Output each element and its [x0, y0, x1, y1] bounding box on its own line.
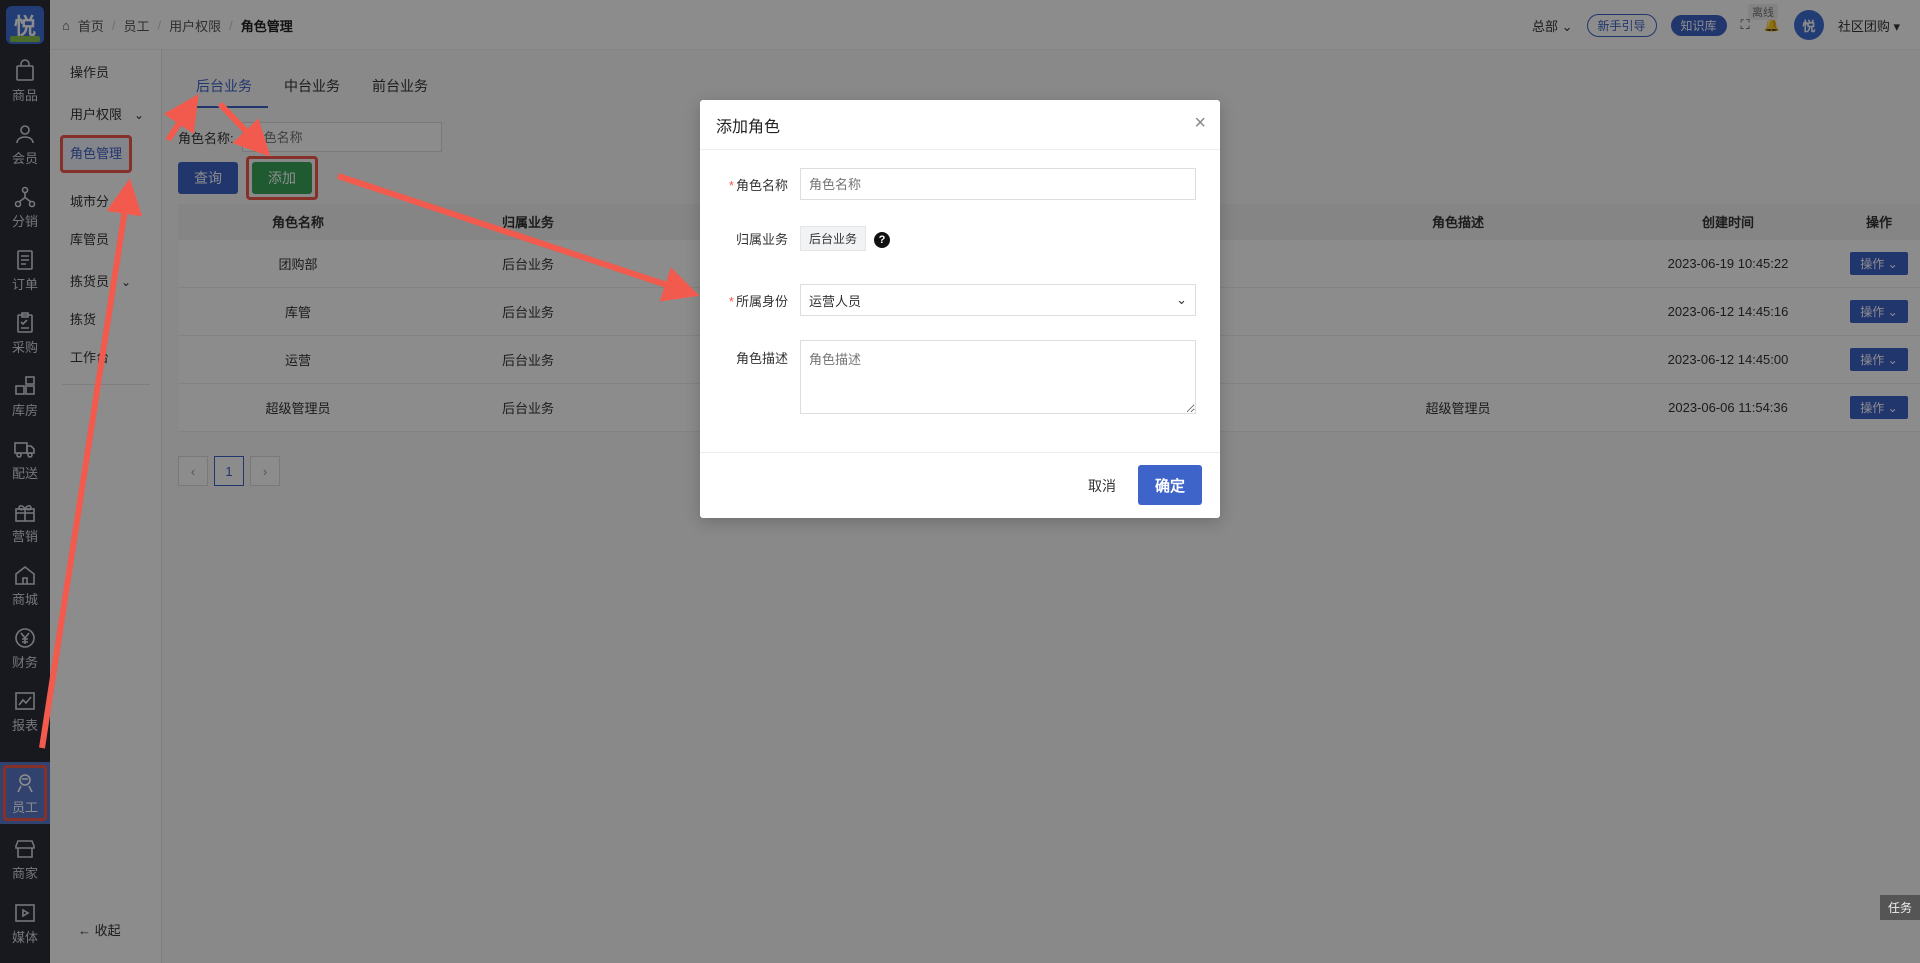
role-name-input[interactable]	[800, 168, 1196, 200]
field-business: 归属业务 后台业务?	[700, 226, 1220, 251]
add-role-dialog: 添加角色 × *角色名称 归属业务 后台业务? *所属身份 运营人员⌄ 角色描述…	[700, 100, 1220, 518]
cancel-button[interactable]: 取消	[1088, 467, 1116, 505]
close-icon[interactable]: ×	[1194, 112, 1206, 135]
role-description-textarea[interactable]	[800, 340, 1196, 414]
confirm-button[interactable]: 确定	[1138, 465, 1202, 505]
dialog-title: 添加角色	[700, 100, 1220, 150]
field-identity: * 所属身份 运营人员 ⌄	[700, 284, 1220, 316]
task-button[interactable]: 任务	[1879, 895, 1920, 920]
field-role-name: * 角色名称	[700, 168, 1220, 200]
identity-select[interactable]: 运营人员 ⌄	[800, 284, 1196, 316]
chevron-down-icon: ⌄	[1176, 292, 1187, 307]
business-tag: 后台业务	[800, 226, 867, 251]
dialog-footer: 取消 确定	[700, 452, 1220, 518]
help-icon[interactable]: ?	[874, 232, 891, 248]
field-description: 角色描述	[700, 340, 1220, 414]
